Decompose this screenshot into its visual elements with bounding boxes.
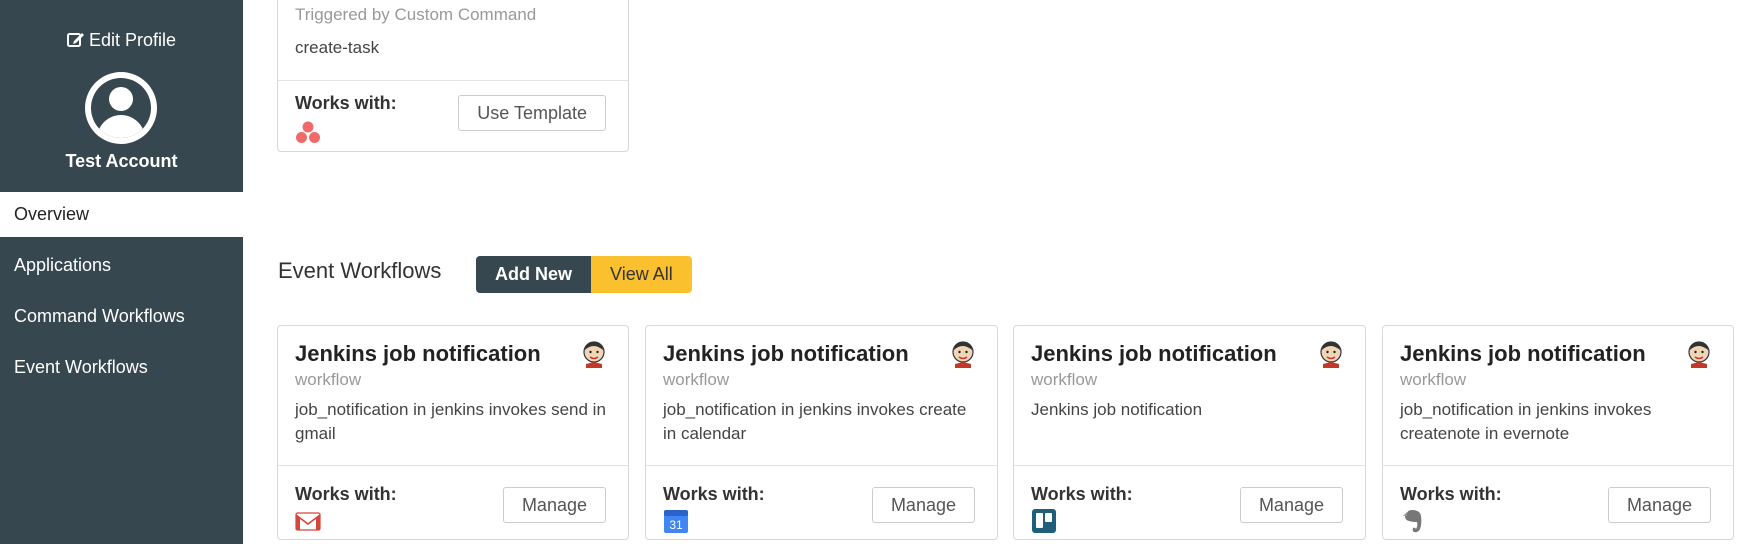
jenkins-icon (583, 341, 605, 368)
sidebar-item-overview[interactable]: Overview (0, 192, 243, 237)
edit-profile-label: Edit Profile (88, 30, 177, 50)
jenkins-icon (1688, 341, 1710, 368)
manage-button[interactable]: Manage (1607, 487, 1711, 523)
manage-button[interactable]: Manage (502, 487, 606, 523)
card-title: Jenkins job notification (1400, 341, 1646, 366)
card-footer: Works with: Use Template (278, 80, 628, 152)
card-description: Jenkins job notification (1031, 400, 1203, 419)
card-title: Jenkins job notification (1031, 341, 1277, 366)
jenkins-icon (1320, 341, 1342, 368)
asana-icon (296, 121, 320, 143)
card-description: job_notification in jenkins invokes send… (295, 400, 606, 443)
gmail-icon (295, 512, 321, 531)
edit-profile-link[interactable]: Edit Profile (0, 30, 243, 51)
card-footer: Works with: Manage (1383, 465, 1733, 539)
edit-icon (66, 33, 84, 47)
works-with-label: Works with: (1031, 484, 1133, 504)
user-icon (91, 78, 151, 138)
card-title: Jenkins job notification (295, 341, 541, 366)
card-subtitle: workflow (1031, 370, 1098, 389)
works-with-label: Works with: (1400, 484, 1502, 504)
card-subtitle: workflow (295, 370, 362, 389)
calendar-day: 31 (669, 518, 683, 532)
card-footer: Works with: Manage (278, 465, 628, 539)
view-all-button[interactable]: View All (591, 256, 692, 293)
event-workflow-card: Jenkins job notification workflow Jenkin… (1013, 325, 1366, 540)
manage-button[interactable]: Manage (1239, 487, 1343, 523)
add-new-button[interactable]: Add New (476, 256, 592, 293)
event-workflow-card: Jenkins job notification workflow job_no… (277, 325, 629, 540)
sidebar-item-command-workflows[interactable]: Command Workflows (0, 294, 243, 339)
card-subtitle: workflow (663, 370, 730, 389)
sidebar: Edit Profile Test Account Overview Appli… (0, 0, 243, 544)
card-subtitle: workflow (1400, 370, 1467, 389)
works-with-label: Works with: (295, 93, 397, 113)
sidebar-item-applications[interactable]: Applications (0, 243, 243, 288)
command-workflow-card: Triggered by Custom Command create-task … (277, 0, 629, 152)
jenkins-icon (952, 341, 974, 368)
sidebar-item-event-workflows[interactable]: Event Workflows (0, 345, 243, 390)
account-name: Test Account (65, 151, 178, 171)
card-footer: Works with: Manage (1014, 465, 1365, 539)
event-workflow-card: Jenkins job notification workflow job_no… (645, 325, 998, 540)
trigger-text: Triggered by Custom Command (295, 5, 537, 24)
card-title: Jenkins job notification (663, 341, 909, 366)
event-workflow-card: Jenkins job notification workflow job_no… (1382, 325, 1734, 540)
card-description: job_notification in jenkins invokes crea… (1400, 400, 1652, 443)
card-footer: Works with: 31 Manage (646, 465, 997, 539)
sidebar-nav: Overview Applications Command Workflows … (0, 192, 243, 396)
command-name: create-task (295, 38, 380, 57)
avatar (85, 72, 157, 144)
event-workflows-actions: Add New View All (476, 256, 692, 293)
google-calendar-icon: 31 (664, 510, 688, 533)
evernote-icon (1403, 510, 1422, 533)
works-with-label: Works with: (295, 484, 397, 504)
trello-icon (1032, 509, 1056, 533)
use-template-button[interactable]: Use Template (458, 95, 606, 131)
section-title-event-workflows: Event Workflows (278, 258, 442, 283)
works-with-label: Works with: (663, 484, 765, 504)
card-description: job_notification in jenkins invokes crea… (663, 400, 967, 443)
manage-button[interactable]: Manage (871, 487, 975, 523)
